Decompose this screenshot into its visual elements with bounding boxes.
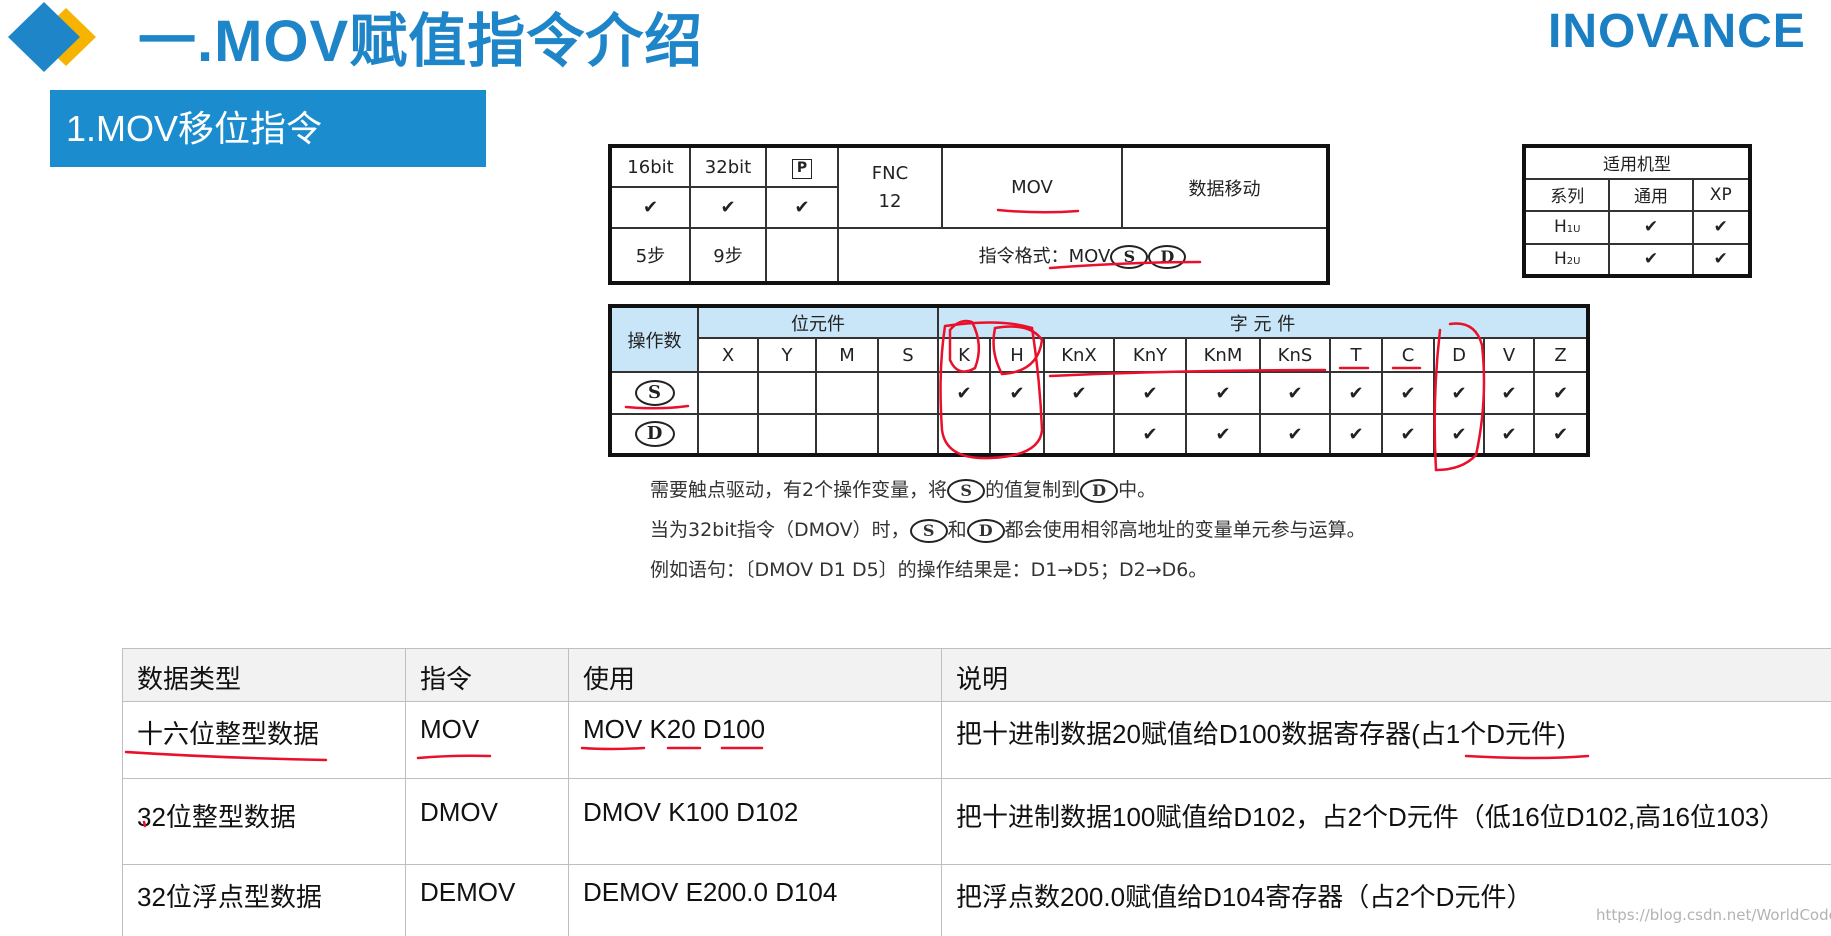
instruction-format: 指令格式：MOV S D <box>837 227 1329 284</box>
diamond-logo-icon <box>8 2 96 72</box>
check-icon: ✔ <box>1329 371 1383 415</box>
steps32: 9步 <box>689 227 767 284</box>
models-title: 适用机型 <box>1523 145 1751 180</box>
check-icon: ✔ <box>1608 210 1694 245</box>
mnemonic: MOV <box>941 144 1123 230</box>
check-icon: ✔ <box>1483 371 1535 415</box>
bit32-label: 32bit <box>689 144 767 189</box>
check-icon: ✔ <box>1329 413 1383 456</box>
check-icon: ✔ <box>1185 413 1261 456</box>
instruction-notes: 需要触点驱动，有2个操作变量，将 S 的值复制到 D 中。 当为32bit指令（DMOV… <box>650 470 1366 590</box>
check-icon: ✔ <box>1483 413 1535 456</box>
empty-cell <box>765 227 839 284</box>
word-device-group: 字 元 件 <box>937 305 1589 339</box>
check-icon: ✔ <box>1433 413 1485 456</box>
check-icon <box>937 413 991 456</box>
check-icon: ✔ <box>1043 371 1115 415</box>
device-header: KnS <box>1259 337 1331 373</box>
operand-s-icon: S <box>947 478 986 503</box>
device-header: H <box>989 337 1045 373</box>
instruction-format-table: 16bit 32bit P FNC 12 MOV 数据移动 ✔ ✔ ✔ 5步 9步… <box>608 144 1330 285</box>
check-icon: ✔ <box>1185 371 1261 415</box>
device-header: K <box>937 337 991 373</box>
operand-table: 操作数 位元件 字 元 件 X Y M S K H KnX KnY KnM Kn… <box>608 304 1590 457</box>
operand-d-icon: D <box>609 413 699 456</box>
check-icon: ✔ <box>1691 210 1751 245</box>
column-header: 指令 <box>405 648 569 702</box>
column-header: 说明 <box>941 648 1831 702</box>
note-line-1: 需要触点驱动，有2个操作变量，将 S 的值复制到 D 中。 <box>650 478 1157 503</box>
check-icon: ✔ <box>609 186 691 230</box>
check-icon: ✔ <box>1259 413 1331 456</box>
device-header: D <box>1433 337 1485 373</box>
operand-s-icon: S <box>609 371 699 415</box>
check-icon: ✔ <box>937 371 991 415</box>
models-header: XP <box>1691 177 1751 212</box>
models-header: 通用 <box>1608 177 1694 212</box>
bit-device-group: 位元件 <box>697 305 939 339</box>
note-line-2: 当为32bit指令（DMOV）时， S 和 D 都会使用相邻高地址的变量单元参与运算。 <box>650 518 1366 543</box>
table-row: 32位浮点型数据 DEMOV DEMOV E200.0 D104 把浮点数200… <box>122 864 1831 936</box>
check-icon: ✔ <box>1381 413 1435 456</box>
operand-d-icon: D <box>1080 478 1119 503</box>
column-header: 数据类型 <box>122 648 406 702</box>
steps16: 5步 <box>609 227 691 284</box>
device-header: Y <box>757 337 817 373</box>
pulse-symbol: P <box>765 144 839 189</box>
note-line-3: 例如语句：〔DMOV D1 D5〕的操作结果是：D1→D5；D2→D6。 <box>650 559 1208 581</box>
check-icon: ✔ <box>1113 371 1187 415</box>
data-type-table: 数据类型 指令 使用 说明 十六位整型数据 MOV MOV K20 D100 把… <box>122 648 1831 936</box>
model-name: H1U <box>1522 210 1611 245</box>
operand-s-icon: S <box>1110 244 1149 269</box>
check-icon: ✔ <box>1381 371 1435 415</box>
table-row: 十六位整型数据 MOV MOV K20 D100 把十进制数据20赋值给D100… <box>122 701 1831 779</box>
models-header: 系列 <box>1522 177 1611 212</box>
fnc-number: FNC 12 <box>837 144 943 230</box>
operand-s-icon: S <box>909 518 948 543</box>
check-icon <box>1043 413 1115 456</box>
check-icon: ✔ <box>1691 242 1751 277</box>
device-header: KnY <box>1113 337 1187 373</box>
device-header: C <box>1381 337 1435 373</box>
device-header: KnM <box>1185 337 1261 373</box>
device-header: M <box>815 337 879 373</box>
check-icon: ✔ <box>989 371 1045 415</box>
column-header: 使用 <box>568 648 942 702</box>
device-header: S <box>877 337 939 373</box>
instruction-description: 数据移动 <box>1121 144 1329 230</box>
device-header: X <box>697 337 759 373</box>
applicable-models-table: 适用机型 系列 通用 XP H1U ✔ ✔ H2U ✔ ✔ <box>1522 144 1752 278</box>
check-icon: ✔ <box>1113 413 1187 456</box>
check-icon <box>989 413 1045 456</box>
check-icon: ✔ <box>689 186 767 230</box>
model-name: H2U <box>1522 242 1611 277</box>
check-icon: ✔ <box>1533 371 1589 415</box>
device-header: T <box>1329 337 1383 373</box>
bit16-label: 16bit <box>609 144 691 189</box>
check-icon: ✔ <box>1533 413 1589 456</box>
device-header: Z <box>1533 337 1589 373</box>
device-header: V <box>1483 337 1535 373</box>
operand-d-icon: D <box>1148 244 1187 269</box>
section-title: 1.MOV移位指令 <box>50 90 486 167</box>
check-icon: ✔ <box>1259 371 1331 415</box>
check-icon: ✔ <box>765 186 839 230</box>
check-icon: ✔ <box>1608 242 1694 277</box>
check-icon: ✔ <box>1433 371 1485 415</box>
page-title: 一.MOV赋值指令介绍 <box>138 9 704 74</box>
operand-d-icon: D <box>966 518 1005 543</box>
brand-logo-text: INOVANCE <box>1548 5 1806 58</box>
slide: 一.MOV赋值指令介绍 INOVANCE 1.MOV移位指令 16bit 32b… <box>0 0 1831 936</box>
operand-label: 操作数 <box>609 305 699 373</box>
device-header: KnX <box>1043 337 1115 373</box>
watermark: https://blog.csdn.net/WorldCode <box>1596 906 1831 924</box>
table-row: 32位整型数据 DMOV DMOV K100 D102 把十进制数据100赋值给… <box>122 778 1831 865</box>
